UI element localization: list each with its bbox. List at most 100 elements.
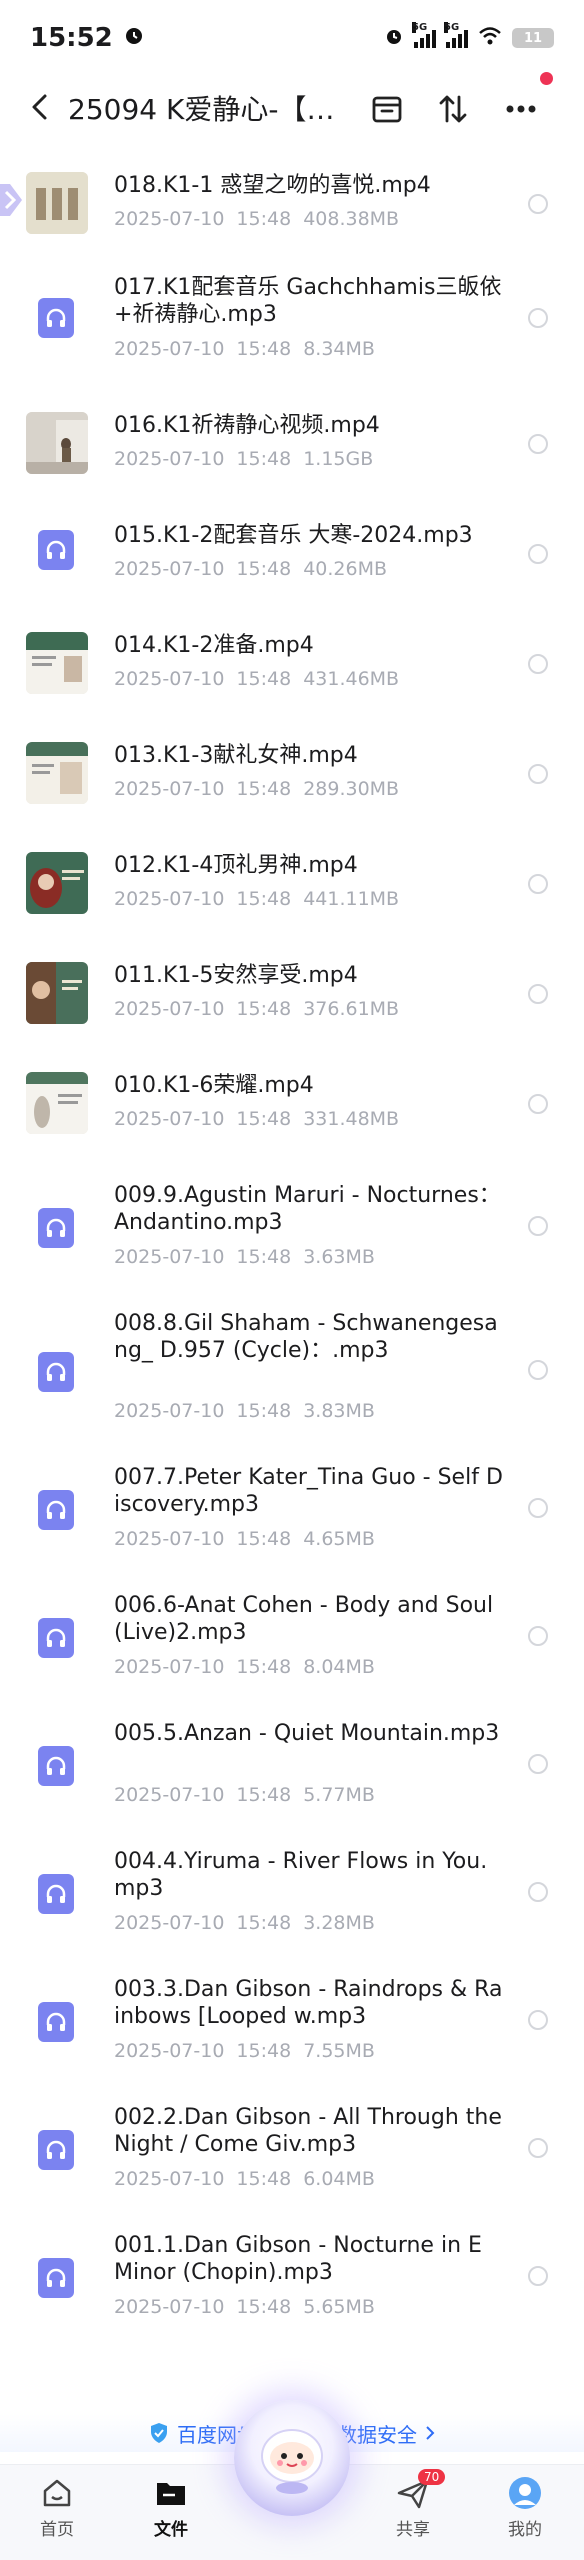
shield-check-icon [151, 2423, 167, 2443]
select-radio[interactable] [528, 544, 548, 564]
nav-mine[interactable]: 我的 [480, 2475, 570, 2540]
file-name: 016.K1祈祷静心视频.mp4 [114, 413, 380, 438]
select-radio[interactable] [528, 984, 548, 1004]
video-thumbnail [26, 852, 88, 914]
file-size: 40.26MB [303, 558, 388, 580]
file-time: 15:48 [236, 998, 292, 1020]
file-date: 2025-07-10 [114, 2168, 225, 2190]
status-time: 15:52 [30, 23, 113, 53]
wifi-icon [478, 26, 502, 50]
file-meta: 2025-07-10 15:48 3.83MB [114, 1400, 375, 1422]
file-name: 002.2.Dan Gibson - All Through the Night… [114, 2105, 502, 2157]
mascot-icon [261, 2429, 323, 2494]
audio-file-icon [38, 298, 74, 338]
file-size: 441.11MB [303, 888, 400, 910]
file-meta: 2025-07-10 15:48 376.61MB [114, 998, 399, 1020]
chevron-right-icon [426, 2426, 435, 2440]
video-thumbnail [26, 172, 88, 234]
video-thumbnail [26, 412, 88, 474]
file-name: 017.K1配套音乐 Gachchhamis三皈依+祈祷静心.mp3 [114, 275, 502, 327]
audio-file-icon [38, 2002, 74, 2042]
file-name: 010.K1-6荣耀.mp4 [114, 1073, 314, 1098]
select-radio[interactable] [528, 764, 548, 784]
file-size: 5.77MB [303, 1784, 375, 1806]
file-time: 15:48 [236, 778, 292, 800]
select-radio[interactable] [528, 1216, 548, 1236]
file-date: 2025-07-10 [114, 1108, 225, 1130]
avatar-icon [509, 2477, 541, 2509]
headphones-icon [46, 2012, 66, 2031]
file-size: 289.30MB [303, 778, 400, 800]
file-date: 2025-07-10 [114, 2296, 225, 2318]
select-radio[interactable] [528, 194, 548, 214]
select-radio[interactable] [528, 2266, 548, 2286]
audio-file-icon [38, 1874, 74, 1914]
video-thumbnail [26, 632, 88, 694]
select-radio[interactable] [528, 1754, 548, 1774]
file-size: 3.28MB [303, 1912, 375, 1934]
select-radio[interactable] [528, 874, 548, 894]
file-date: 2025-07-10 [114, 668, 225, 690]
select-radio[interactable] [528, 1094, 548, 1114]
file-time: 15:48 [236, 888, 292, 910]
notification-dot [540, 72, 553, 85]
file-time: 15:48 [236, 1400, 292, 1422]
alarm-small-icon [384, 26, 404, 50]
nav-home[interactable]: 首页 [12, 2475, 102, 2540]
file-size: 4.65MB [303, 1528, 375, 1550]
audio-file-icon [38, 1746, 74, 1786]
select-radio[interactable] [528, 434, 548, 454]
signal-icon: 5G [412, 22, 436, 48]
video-thumbnail [26, 1072, 88, 1134]
file-time: 15:48 [236, 1784, 292, 1806]
file-meta: 2025-07-10 15:48 40.26MB [114, 558, 387, 580]
sort-icon [439, 95, 467, 123]
select-radio[interactable] [528, 2138, 548, 2158]
network-type-2: 5G [444, 22, 460, 33]
archive-button[interactable] [364, 86, 410, 132]
select-radio[interactable] [528, 1882, 548, 1902]
select-radio[interactable] [528, 308, 548, 328]
status-bar: 15:52 5G 5G 11 [0, 0, 584, 76]
select-radio[interactable] [528, 1626, 548, 1646]
file-name: 007.7.Peter Kater_Tina Guo - Self Discov… [114, 1465, 503, 1517]
headphones-icon [46, 1500, 66, 1519]
file-meta: 2025-07-10 15:48 331.48MB [114, 1108, 399, 1130]
select-radio[interactable] [528, 1498, 548, 1518]
file-size: 1.15GB [303, 448, 374, 470]
file-name: 004.4.Yiruma - River Flows in You.mp3 [114, 1849, 488, 1901]
folder-icon [157, 2483, 185, 2505]
more-dots-icon [506, 105, 536, 113]
file-time: 15:48 [236, 668, 292, 690]
audio-file-icon [38, 1618, 74, 1658]
file-time: 15:48 [236, 558, 292, 580]
alarm-icon [123, 23, 145, 53]
select-radio[interactable] [528, 2010, 548, 2030]
file-date: 2025-07-10 [114, 778, 225, 800]
file-size: 3.63MB [303, 1246, 375, 1268]
nav-share[interactable]: 70 共享 [368, 2469, 458, 2540]
file-name: 005.5.Anzan - Quiet Mountain.mp3 [114, 1721, 500, 1746]
assistant-mascot[interactable] [234, 2400, 350, 2516]
file-date: 2025-07-10 [114, 998, 225, 1020]
battery-level: 11 [523, 30, 543, 46]
file-time: 15:48 [236, 2296, 292, 2318]
headphones-icon [46, 1884, 66, 1903]
file-time: 15:48 [236, 1246, 292, 1268]
select-radio[interactable] [528, 654, 548, 674]
select-radio[interactable] [528, 1360, 548, 1380]
back-button[interactable] [24, 90, 58, 124]
file-date: 2025-07-10 [114, 558, 225, 580]
sort-button[interactable] [430, 86, 476, 132]
file-size: 8.34MB [303, 338, 375, 360]
nav-files[interactable]: 文件 [126, 2475, 216, 2540]
select-handle-icon[interactable] [0, 180, 26, 220]
video-thumbnail [26, 962, 88, 1024]
audio-file-icon [38, 1208, 74, 1248]
file-meta: 2025-07-10 15:48 1.15GB [114, 448, 373, 470]
file-name: 012.K1-4顶礼男神.mp4 [114, 853, 358, 878]
file-date: 2025-07-10 [114, 1528, 225, 1550]
more-button[interactable] [498, 86, 544, 132]
file-browser-screen: 15:52 5G 5G 11 25094 K爱静心-【… 018.K1-1 惑望… [0, 0, 584, 2560]
file-date: 2025-07-10 [114, 1656, 225, 1678]
